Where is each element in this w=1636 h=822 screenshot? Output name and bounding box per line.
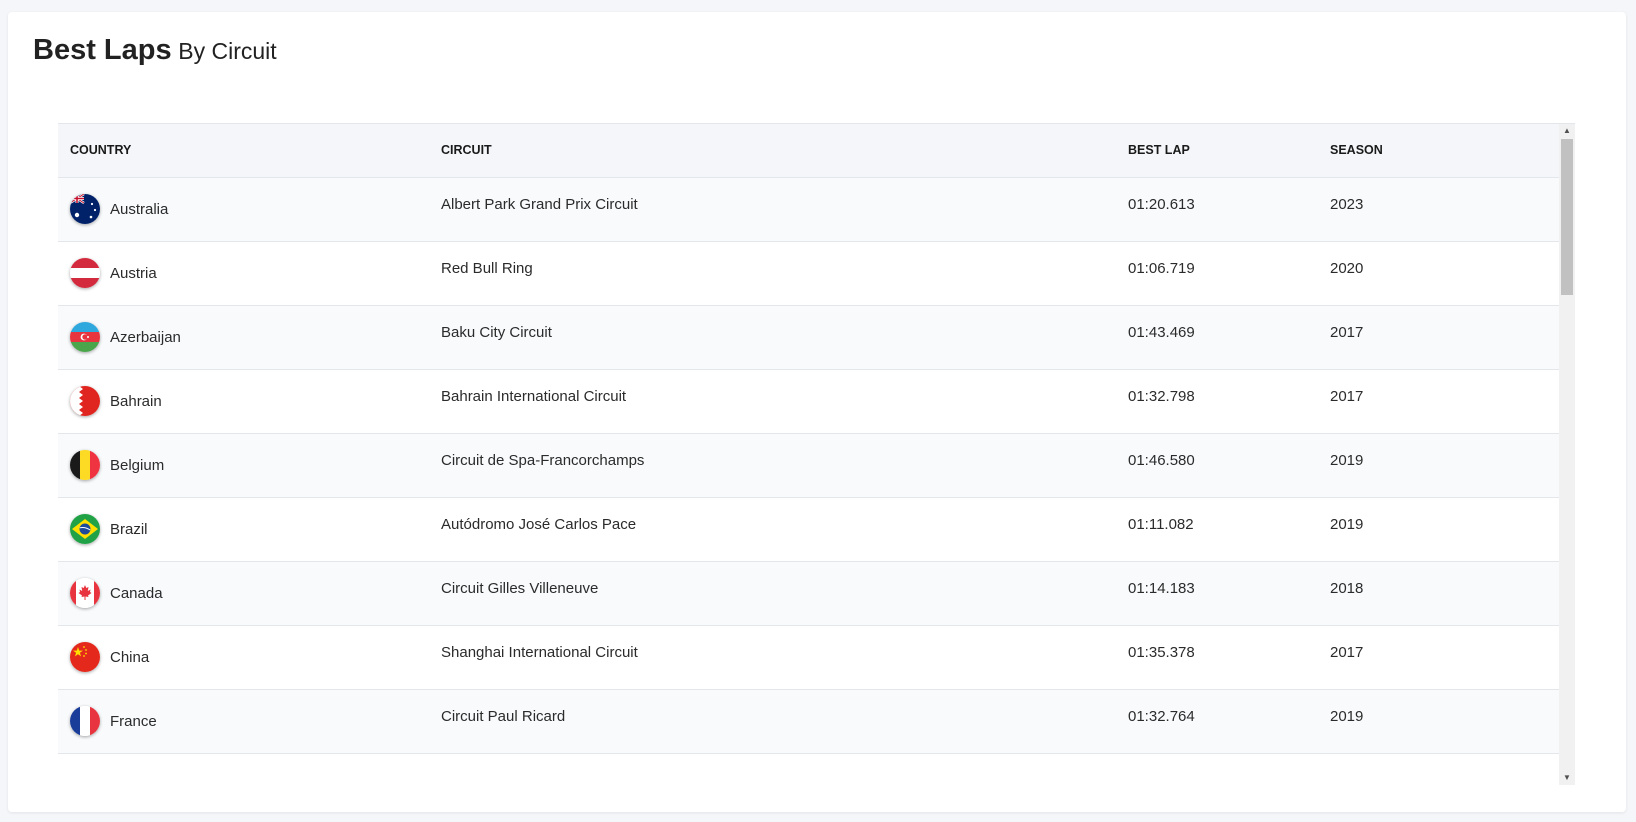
card-title-sub: By Circuit: [178, 38, 277, 64]
cell-country: Azerbaijan: [58, 305, 429, 369]
austria-flag-icon: [70, 258, 100, 288]
country-cell: Belgium: [70, 450, 417, 480]
cell-country: Bahrain: [58, 369, 429, 433]
cell-season: 2019: [1330, 451, 1364, 469]
cell-best-lap: 01:46.580: [1128, 451, 1195, 469]
cell-circuit: Bahrain International Circuit: [441, 387, 627, 405]
cell-country: France: [58, 689, 429, 753]
france-flag-icon: [70, 706, 100, 736]
table-row[interactable]: Brazil Autódromo José Carlos Pace 01:11.08…: [58, 497, 1559, 561]
country-cell: Bahrain: [70, 386, 417, 416]
country-name: Austria: [110, 264, 157, 282]
cell-circuit: Shanghai International Circuit: [441, 643, 638, 661]
azerbaijan-flag-icon: [70, 322, 100, 352]
cell-country: Brazil: [58, 497, 429, 561]
country-cell: Australia: [70, 194, 417, 224]
cell-best-lap: 01:43.469: [1128, 323, 1195, 341]
country-name: Brazil: [110, 520, 148, 538]
cell-season: 2017: [1330, 643, 1364, 661]
country-cell: Brazil: [70, 514, 417, 544]
cell-country: Canada: [58, 561, 429, 625]
cell-season: 2019: [1330, 707, 1364, 725]
bahrain-flag-icon: [70, 386, 100, 416]
best-laps-table: COUNTRY CIRCUIT BEST LAP SEASON Australi…: [58, 124, 1559, 754]
vertical-scrollbar[interactable]: ▲ ▼: [1559, 124, 1575, 785]
country-cell: France: [70, 706, 417, 736]
china-flag-icon: [70, 642, 100, 672]
card-title-main: Best Laps: [33, 34, 172, 66]
card-title: Best Laps By Circuit: [33, 34, 277, 67]
header-circuit[interactable]: CIRCUIT: [429, 124, 1116, 178]
table-scroll-area[interactable]: COUNTRY CIRCUIT BEST LAP SEASON Australi…: [58, 124, 1559, 785]
table-header-row: COUNTRY CIRCUIT BEST LAP SEASON: [58, 124, 1559, 178]
best-laps-card: Best Laps By Circuit COUNTRY CIRCUIT BES…: [8, 12, 1626, 812]
cell-season: 2019: [1330, 515, 1364, 533]
belgium-flag-icon: [70, 450, 100, 480]
scroll-down-arrow-icon[interactable]: ▼: [1559, 771, 1575, 785]
cell-circuit: Red Bull Ring: [441, 259, 533, 277]
cell-best-lap: 01:20.613: [1128, 195, 1195, 213]
cell-best-lap: 01:35.378: [1128, 643, 1195, 661]
cell-season: 2017: [1330, 387, 1364, 405]
cell-season: 2020: [1330, 259, 1364, 277]
cell-circuit: Circuit de Spa-Francorchamps: [441, 451, 645, 469]
cell-country: Belgium: [58, 433, 429, 497]
table-row[interactable]: Austria Red Bull Ring 01:06.719 2020: [58, 241, 1559, 305]
cell-circuit: Circuit Paul Ricard: [441, 707, 566, 725]
table-row[interactable]: Australia Albert Park Grand Prix Circuit 0…: [58, 177, 1559, 241]
country-cell: China: [70, 642, 417, 672]
country-cell: Canada: [70, 578, 417, 608]
header-country[interactable]: COUNTRY: [58, 124, 429, 178]
table-row[interactable]: France Circuit Paul Ricard 01:32.764 2019: [58, 689, 1559, 753]
country-name: France: [110, 712, 157, 730]
cell-circuit: Baku City Circuit: [441, 323, 552, 341]
cell-best-lap: 01:06.719: [1128, 259, 1195, 277]
brazil-flag-icon: [70, 514, 100, 544]
cell-country: Australia: [58, 177, 429, 241]
table-row[interactable]: China Shanghai International Circuit 01:35…: [58, 625, 1559, 689]
table-row[interactable]: Canada Circuit Gilles Villeneuve 01:14.183…: [58, 561, 1559, 625]
cell-best-lap: 01:11.082: [1128, 515, 1194, 533]
australia-flag-icon: [70, 194, 100, 224]
cell-circuit: Albert Park Grand Prix Circuit: [441, 195, 638, 213]
header-best-lap[interactable]: BEST LAP: [1116, 124, 1318, 178]
canada-flag-icon: [70, 578, 100, 608]
cell-country: China: [58, 625, 429, 689]
cell-circuit: Circuit Gilles Villeneuve: [441, 579, 599, 597]
country-name: Bahrain: [110, 392, 162, 410]
country-cell: Azerbaijan: [70, 322, 417, 352]
country-name: Australia: [110, 200, 169, 218]
cell-country: Austria: [58, 241, 429, 305]
country-name: Belgium: [110, 456, 165, 474]
cell-best-lap: 01:32.798: [1128, 387, 1195, 405]
cell-season: 2017: [1330, 323, 1364, 341]
country-name: Canada: [110, 584, 163, 602]
cell-best-lap: 01:32.764: [1128, 707, 1195, 725]
cell-season: 2023: [1330, 195, 1364, 213]
scrollbar-thumb[interactable]: [1561, 139, 1573, 295]
table-row[interactable]: Bahrain Bahrain International Circuit 01:3…: [58, 369, 1559, 433]
country-name: China: [110, 648, 150, 666]
header-season[interactable]: SEASON: [1318, 124, 1559, 178]
cell-best-lap: 01:14.183: [1128, 579, 1195, 597]
country-cell: Austria: [70, 258, 417, 288]
best-laps-table-container: COUNTRY CIRCUIT BEST LAP SEASON Australi…: [58, 123, 1575, 785]
country-name: Azerbaijan: [110, 328, 181, 346]
table-row[interactable]: Azerbaijan Baku City Circuit 01:43.469 2017: [58, 305, 1559, 369]
cell-circuit: Autódromo José Carlos Pace: [441, 515, 637, 533]
table-row[interactable]: Belgium Circuit de Spa-Francorchamps 01:46…: [58, 433, 1559, 497]
scroll-up-arrow-icon[interactable]: ▲: [1559, 124, 1575, 138]
cell-season: 2018: [1330, 579, 1364, 597]
